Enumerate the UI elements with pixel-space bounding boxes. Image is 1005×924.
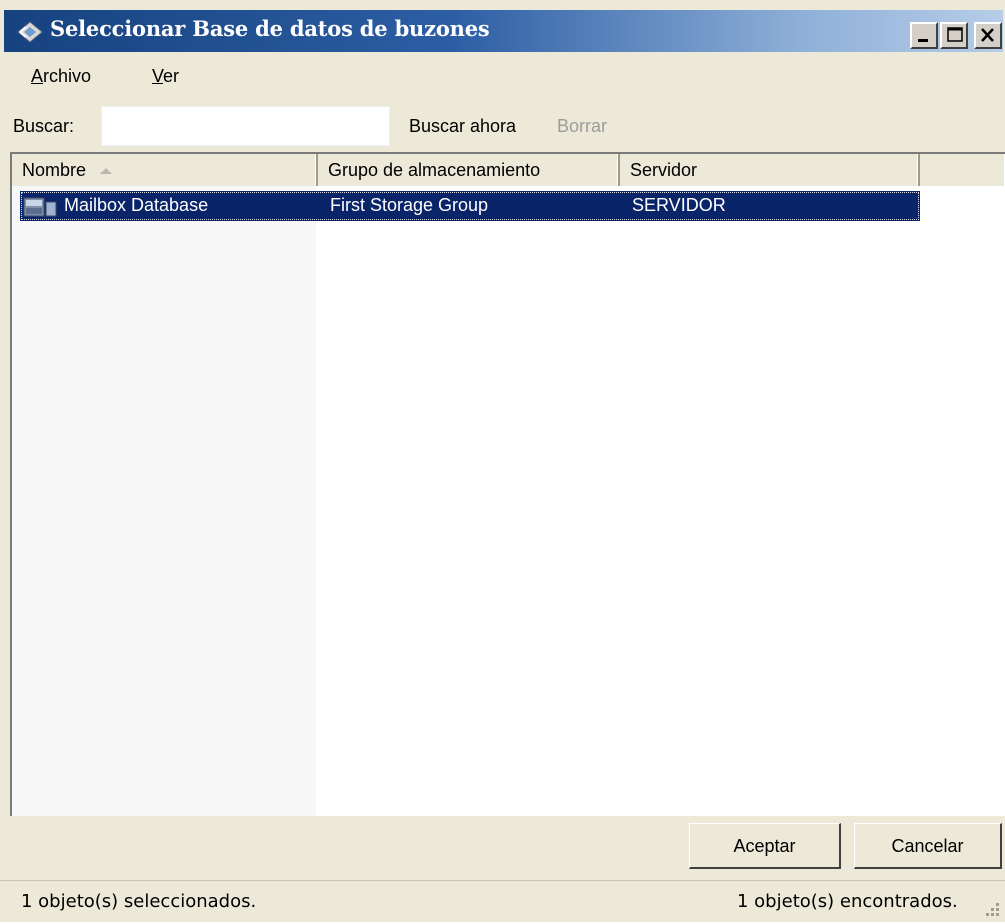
title-bar[interactable]: Seleccionar Base de datos de buzones [4, 10, 1003, 52]
column-header-nombre-label: Nombre [22, 160, 87, 180]
accept-button[interactable]: Aceptar [689, 823, 841, 869]
close-button[interactable] [974, 22, 1002, 49]
maximize-button[interactable] [940, 22, 968, 49]
menu-archivo-mnemonic: A [31, 66, 44, 86]
clear-link[interactable]: Borrar [557, 116, 607, 137]
cell-servidor: SERVIDOR [632, 195, 726, 215]
column-header-grupo[interactable]: Grupo de almacenamiento [318, 154, 620, 186]
column-header-nombre[interactable]: Nombre [12, 154, 318, 186]
status-found-count: 1 objeto(s) encontrados. [737, 891, 958, 912]
column-header-grupo-label: Grupo de almacenamiento [328, 160, 541, 180]
list-header: Nombre Grupo de almacenamiento Servidor [12, 154, 1005, 186]
table-row[interactable]: Mailbox Database First Storage Group SER… [20, 191, 920, 221]
mailbox-database-icon [22, 194, 58, 218]
minimize-icon [918, 39, 928, 42]
menu-archivo[interactable]: Archivo [31, 66, 91, 87]
menu-archivo-label: rchivo [43, 66, 92, 86]
menu-ver-label: er [163, 66, 180, 86]
sorted-column-highlight [12, 186, 316, 816]
exchange-database-icon [16, 19, 44, 45]
results-list[interactable]: Nombre Grupo de almacenamiento Servidor … [10, 152, 1005, 816]
cell-nombre: Mailbox Database [64, 195, 209, 215]
column-header-filler [920, 154, 1005, 186]
menu-ver[interactable]: Ver [152, 66, 179, 87]
maximize-icon [947, 27, 963, 42]
status-bar: 1 objeto(s) seleccionados. 1 objeto(s) e… [0, 880, 1005, 922]
search-input[interactable] [101, 106, 390, 146]
menu-bar: Archivo Ver [0, 52, 1005, 100]
search-now-link[interactable]: Buscar ahora [409, 116, 516, 137]
window-title: Seleccionar Base de datos de buzones [50, 16, 490, 41]
minimize-button[interactable] [910, 22, 938, 49]
close-icon [981, 28, 994, 42]
search-label: Buscar: [13, 116, 75, 136]
cell-grupo: First Storage Group [330, 195, 489, 215]
menu-ver-mnemonic: V [152, 66, 164, 86]
dialog-window: Seleccionar Base de datos de buzones Arc… [0, 0, 1005, 922]
status-selected-count: 1 objeto(s) seleccionados. [21, 891, 257, 912]
resize-grip-icon[interactable] [982, 899, 1002, 919]
sort-ascending-icon [100, 168, 113, 175]
column-header-servidor[interactable]: Servidor [620, 154, 920, 186]
cancel-button[interactable]: Cancelar [854, 823, 1002, 869]
column-header-servidor-label: Servidor [630, 160, 698, 180]
